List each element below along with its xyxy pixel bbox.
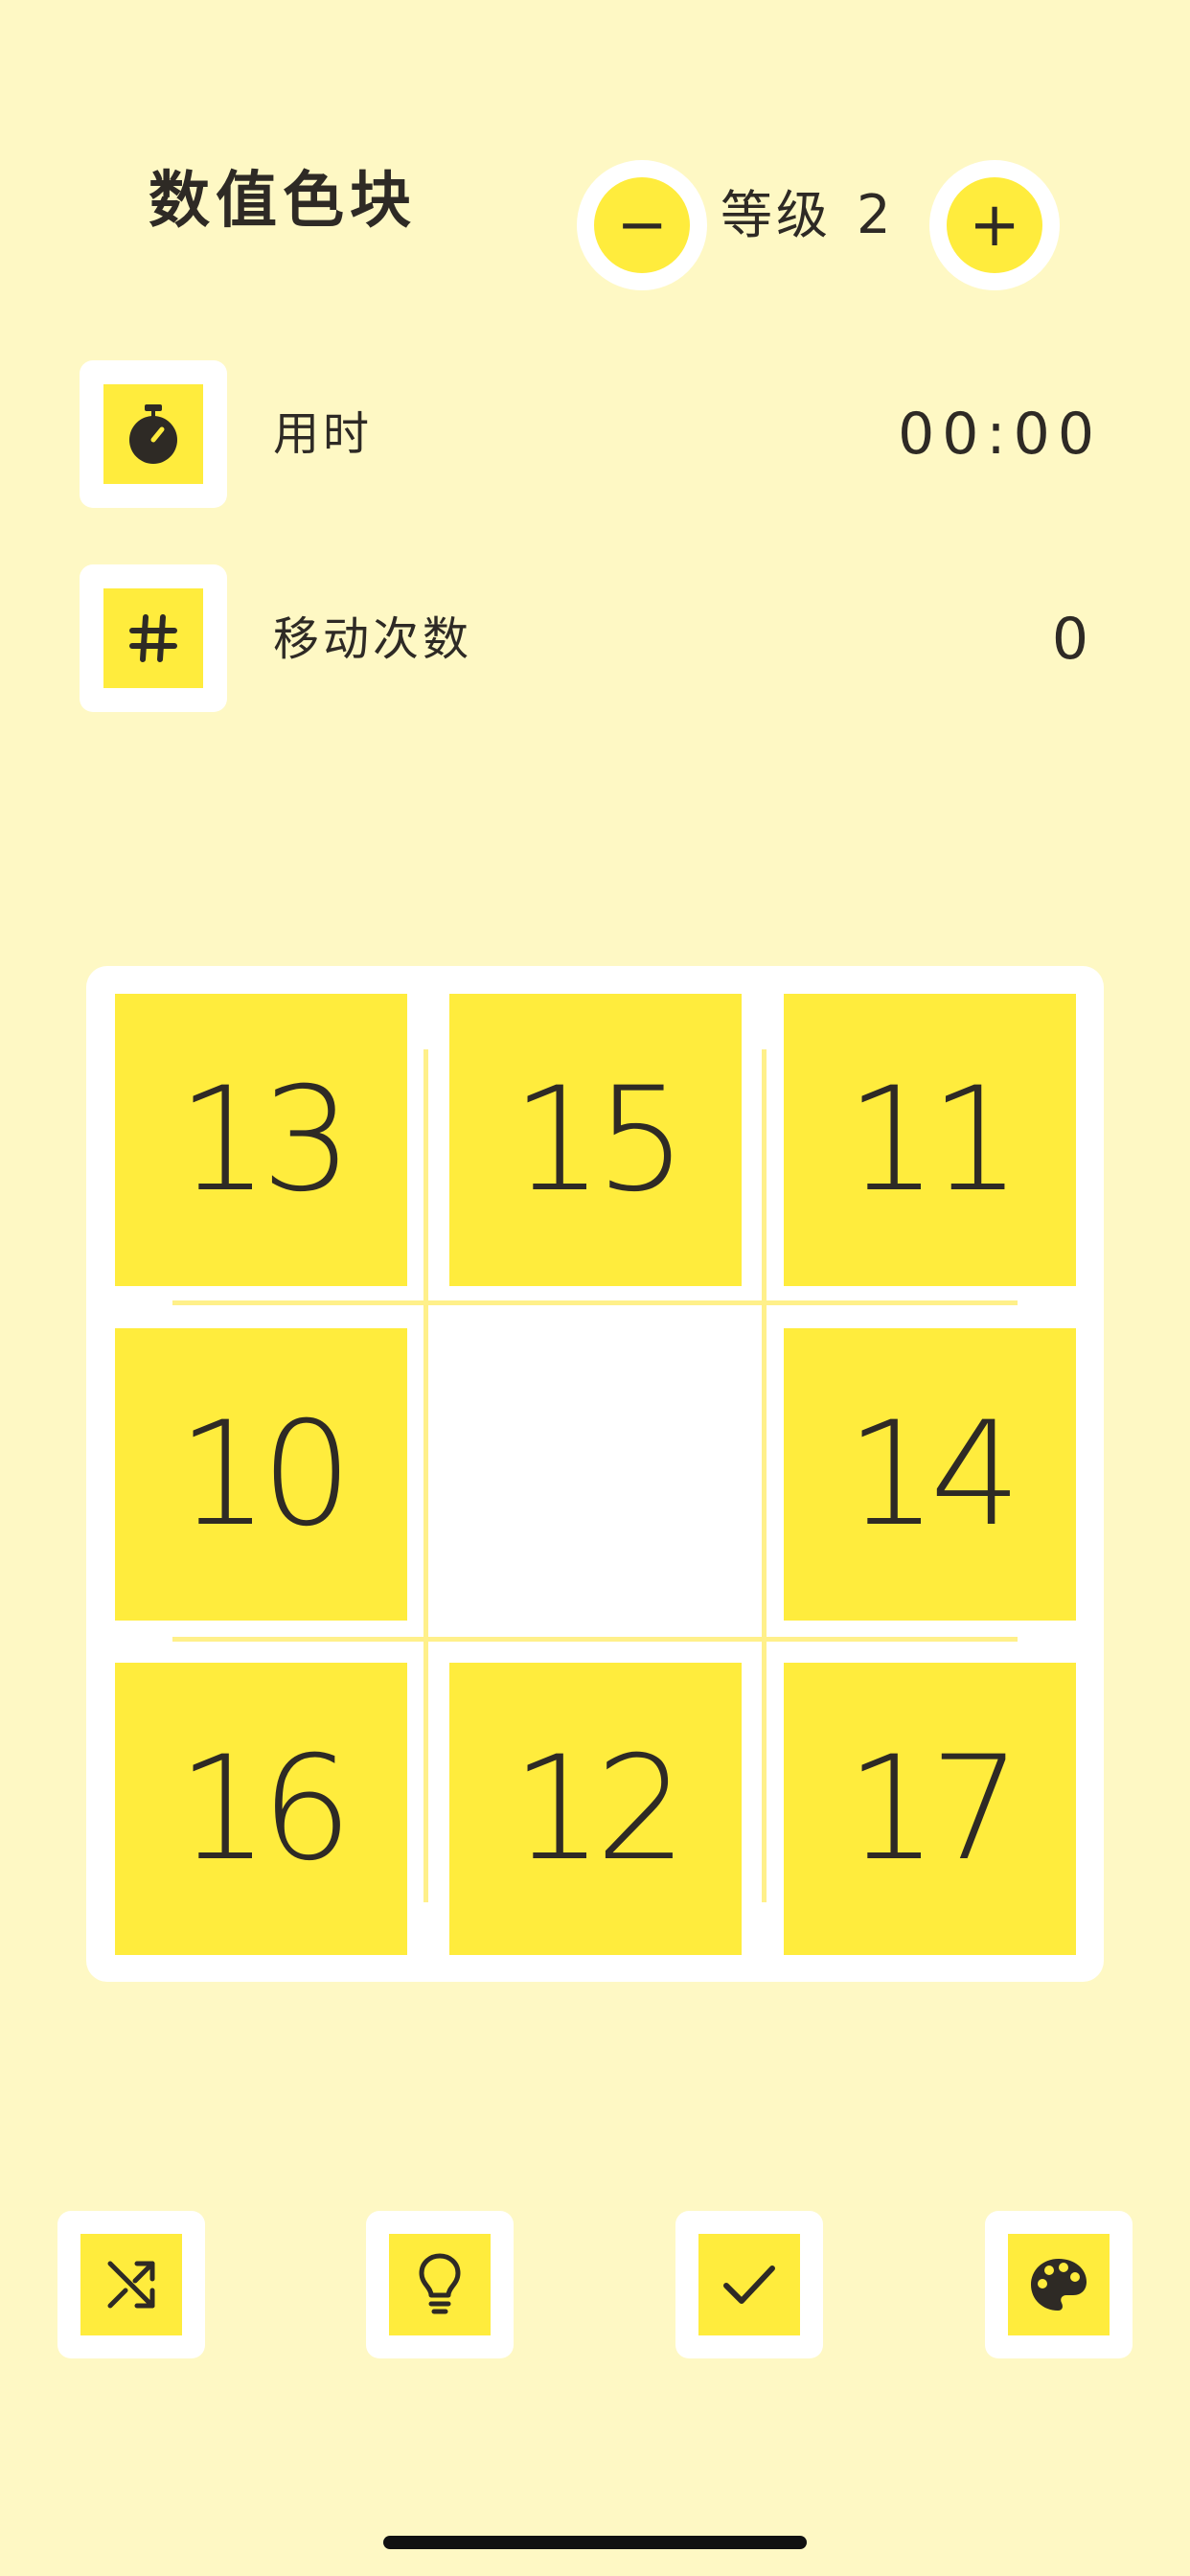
moves-icon-box: [80, 564, 227, 712]
grid-line: [423, 1049, 428, 1902]
grid-line: [172, 1637, 1018, 1642]
level-label: 等级: [721, 185, 832, 245]
tile-r3c3[interactable]: 17: [784, 1663, 1076, 1955]
tile-r1c3[interactable]: 11: [784, 994, 1076, 1286]
grid-line: [762, 1049, 767, 1902]
palette-icon: [1031, 2259, 1087, 2311]
time-value: 00:00: [898, 401, 1102, 468]
level-indicator: 等级 2: [721, 177, 895, 254]
empty-cell: [449, 1328, 742, 1621]
stopwatch-icon: [129, 404, 177, 464]
timer-icon-box: [80, 360, 227, 508]
check-button[interactable]: [675, 2211, 823, 2358]
grid-line: [172, 1300, 1018, 1305]
plus-icon: +: [969, 190, 1020, 261]
tile-r3c2[interactable]: 12: [449, 1663, 742, 1955]
tile-r1c1[interactable]: 13: [115, 994, 407, 1286]
puzzle-board: 13 15 11 10 14 16 12 17: [86, 966, 1104, 1982]
game-title: 数值色块: [149, 166, 417, 237]
level-increase-button[interactable]: +: [929, 160, 1060, 290]
tile-r2c1[interactable]: 10: [115, 1328, 407, 1621]
home-indicator[interactable]: [383, 2536, 807, 2549]
level-decrease-button[interactable]: −: [577, 160, 707, 290]
moves-value: 0: [1051, 606, 1096, 673]
hint-button[interactable]: [366, 2211, 514, 2358]
lightbulb-icon: [419, 2253, 461, 2314]
theme-button[interactable]: [985, 2211, 1133, 2358]
moves-label: 移动次数: [273, 612, 473, 666]
shuffle-icon: [107, 2261, 155, 2309]
time-label: 用时: [273, 407, 374, 461]
hash-icon: [129, 614, 177, 662]
tile-r3c1[interactable]: 16: [115, 1663, 407, 1955]
shuffle-button[interactable]: [57, 2211, 205, 2358]
level-value: 2: [857, 184, 895, 246]
tile-r2c3[interactable]: 14: [784, 1328, 1076, 1621]
tile-r1c2[interactable]: 15: [449, 994, 742, 1286]
check-icon: [723, 2266, 775, 2304]
minus-icon: −: [616, 190, 668, 261]
